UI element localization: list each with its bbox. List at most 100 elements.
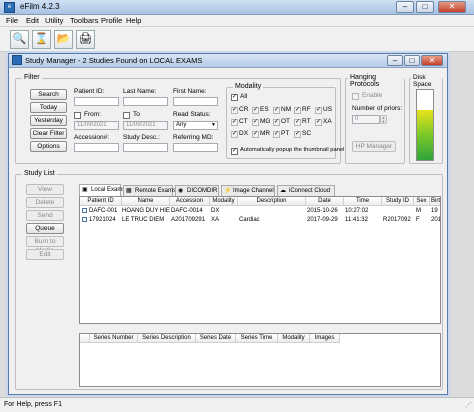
maximize-button[interactable]: □ (416, 1, 434, 13)
first-name-input[interactable] (173, 97, 218, 106)
queue-button[interactable]: Queue (26, 223, 64, 234)
series-col-date[interactable]: Series Date (196, 334, 236, 343)
series-table[interactable]: Series Number Series Description Series … (79, 333, 441, 387)
today-button[interactable]: Today (30, 102, 67, 113)
from-checkbox[interactable] (74, 112, 81, 119)
modality-checkbox-pt[interactable]: ✓ (273, 131, 280, 138)
modality-checkbox-rf[interactable]: ✓ (294, 107, 301, 114)
modality-checkbox-mg[interactable]: ✓ (252, 119, 259, 126)
close-button[interactable]: ✕ (438, 1, 466, 13)
menu-profile[interactable]: Profile (101, 16, 122, 25)
dialog-close-button[interactable]: ✕ (421, 55, 443, 66)
edit-button[interactable]: Edit (26, 249, 64, 260)
status-bar: For Help, press F1 ⋰ (0, 397, 474, 412)
search-icon[interactable]: 🔍 (10, 30, 29, 49)
menu-help[interactable]: Help (126, 16, 141, 25)
search-button[interactable]: Search (30, 89, 67, 100)
tab-local-exams[interactable]: ▣ Local Exams (79, 184, 125, 196)
cell-name: LE TRUC DIEM (122, 217, 165, 223)
study-table[interactable]: Patient ID Name Accession Modality Descr… (79, 196, 441, 324)
tab-iconnect-cloud[interactable]: ☁ iConnect Cloud (277, 185, 335, 196)
options-button[interactable]: Options (30, 141, 67, 152)
col-accession[interactable]: Accession (170, 197, 210, 206)
menu-toolbars[interactable]: Toolbars (70, 16, 98, 25)
tab-dicomdir[interactable]: ◉ DICOMDIR (175, 185, 219, 196)
study-desc-label: Study Desc.: (123, 134, 160, 141)
to-checkbox[interactable] (123, 112, 130, 119)
modality-checkbox-ot[interactable]: ✓ (273, 119, 280, 126)
read-status-select[interactable]: Any ▼ (173, 121, 218, 130)
print-icon[interactable]: 🖨 (76, 30, 95, 49)
cell-sex: F (416, 217, 420, 223)
menu-utility[interactable]: Utility (45, 16, 63, 25)
accession-input[interactable] (74, 143, 119, 152)
dialog-restore-button[interactable]: □ (404, 55, 420, 66)
priors-input[interactable]: 0 (352, 115, 380, 124)
tab-remote-exams[interactable]: ▦ Remote Exams (123, 185, 176, 196)
modality-checkbox-ct[interactable]: ✓ (231, 119, 238, 126)
folder-icon[interactable]: 📂 (54, 30, 73, 49)
hourglass-icon[interactable]: ⌛ (32, 30, 51, 49)
modality-checkbox-mr[interactable]: ✓ (252, 131, 259, 138)
clear-filter-button[interactable]: Clear Filter (30, 128, 67, 139)
col-description[interactable]: Description (238, 197, 306, 206)
burn-to-media-button[interactable]: Burn to Media (26, 236, 64, 254)
col-time[interactable]: Time (344, 197, 382, 206)
referring-md-input[interactable] (173, 143, 218, 152)
series-col-images[interactable]: Images (310, 334, 340, 343)
col-date[interactable]: Date (306, 197, 344, 206)
yesterday-button[interactable]: Yesterday (30, 115, 67, 126)
col-patient-id[interactable]: Patient ID (80, 197, 122, 206)
study-manager-dialog: Study Manager - 2 Studies Found on LOCAL… (8, 53, 448, 395)
series-col-time[interactable]: Series Time (236, 334, 278, 343)
auto-popup-checkbox[interactable]: ✓ (231, 148, 238, 155)
delete-button[interactable]: Delete (26, 197, 64, 208)
series-col-description[interactable]: Series Description (138, 334, 196, 343)
col-sex[interactable]: Sex (414, 197, 430, 206)
table-row[interactable]: DAFC-001 HOANG DUY HIEU DAFC-0014 DX 201… (80, 207, 440, 215)
disk-space-gauge (416, 89, 434, 161)
modality-checkbox-es[interactable]: ✓ (252, 107, 259, 114)
from-date-input[interactable]: 11/09/2021 (74, 121, 119, 130)
modality-all-checkbox[interactable]: ✓ (231, 94, 238, 101)
col-study-id[interactable]: Study ID (382, 197, 414, 206)
table-row[interactable]: 17921024 LE TRUC DIEM A201709291 XA Card… (80, 216, 440, 224)
hp-manager-button[interactable]: HP Manager (352, 141, 396, 152)
series-col-modality[interactable]: Modality (278, 334, 310, 343)
patient-id-input[interactable] (74, 97, 119, 106)
view-button[interactable]: View (26, 184, 64, 195)
send-button[interactable]: Send (26, 210, 64, 221)
row-icon (82, 208, 87, 213)
read-status-value: Any (176, 122, 187, 128)
tab-iconnect-cloud-label: iConnect Cloud (289, 188, 331, 194)
modality-checkbox-us[interactable]: ✓ (315, 107, 322, 114)
referring-md-label: Referring MD: (173, 134, 214, 141)
dialog-minimize-button[interactable]: – (387, 55, 403, 66)
modality-group-title: Modality (233, 83, 264, 90)
modality-checkbox-nm[interactable]: ✓ (273, 107, 280, 114)
modality-checkbox-xa[interactable]: ✓ (315, 119, 322, 126)
col-modality[interactable]: Modality (210, 197, 238, 206)
modality-checkbox-rt[interactable]: ✓ (294, 119, 301, 126)
menu-file[interactable]: File (6, 16, 18, 25)
modality-checkbox-sc[interactable]: ✓ (294, 131, 301, 138)
modality-label-rt: RT (302, 118, 311, 125)
minimize-button[interactable]: – (396, 1, 414, 13)
menu-edit[interactable]: Edit (26, 16, 39, 25)
series-col-number[interactable]: Series Number (90, 334, 138, 343)
priors-spinner[interactable]: ▲ ▼ (380, 115, 387, 124)
cell-accession: A201709291 (171, 217, 206, 223)
filter-group: Filter Search Today Yesterday Clear Filt… (15, 74, 344, 164)
disk-space-group: Disk Space (409, 74, 443, 164)
study-desc-input[interactable] (123, 143, 168, 152)
hanging-enable-checkbox[interactable] (352, 93, 359, 100)
col-name[interactable]: Name (122, 197, 170, 206)
modality-checkbox-dx[interactable]: ✓ (231, 131, 238, 138)
series-col-spacer (80, 334, 90, 343)
modality-checkbox-cr[interactable]: ✓ (231, 107, 238, 114)
to-date-input[interactable]: 11/09/2021 (123, 121, 168, 130)
col-birth[interactable]: Birt (430, 197, 440, 206)
tab-image-channel[interactable]: ⚡ Image Channel (221, 185, 275, 196)
resize-grip-icon[interactable]: ⋰ (465, 401, 472, 409)
last-name-input[interactable] (123, 97, 168, 106)
